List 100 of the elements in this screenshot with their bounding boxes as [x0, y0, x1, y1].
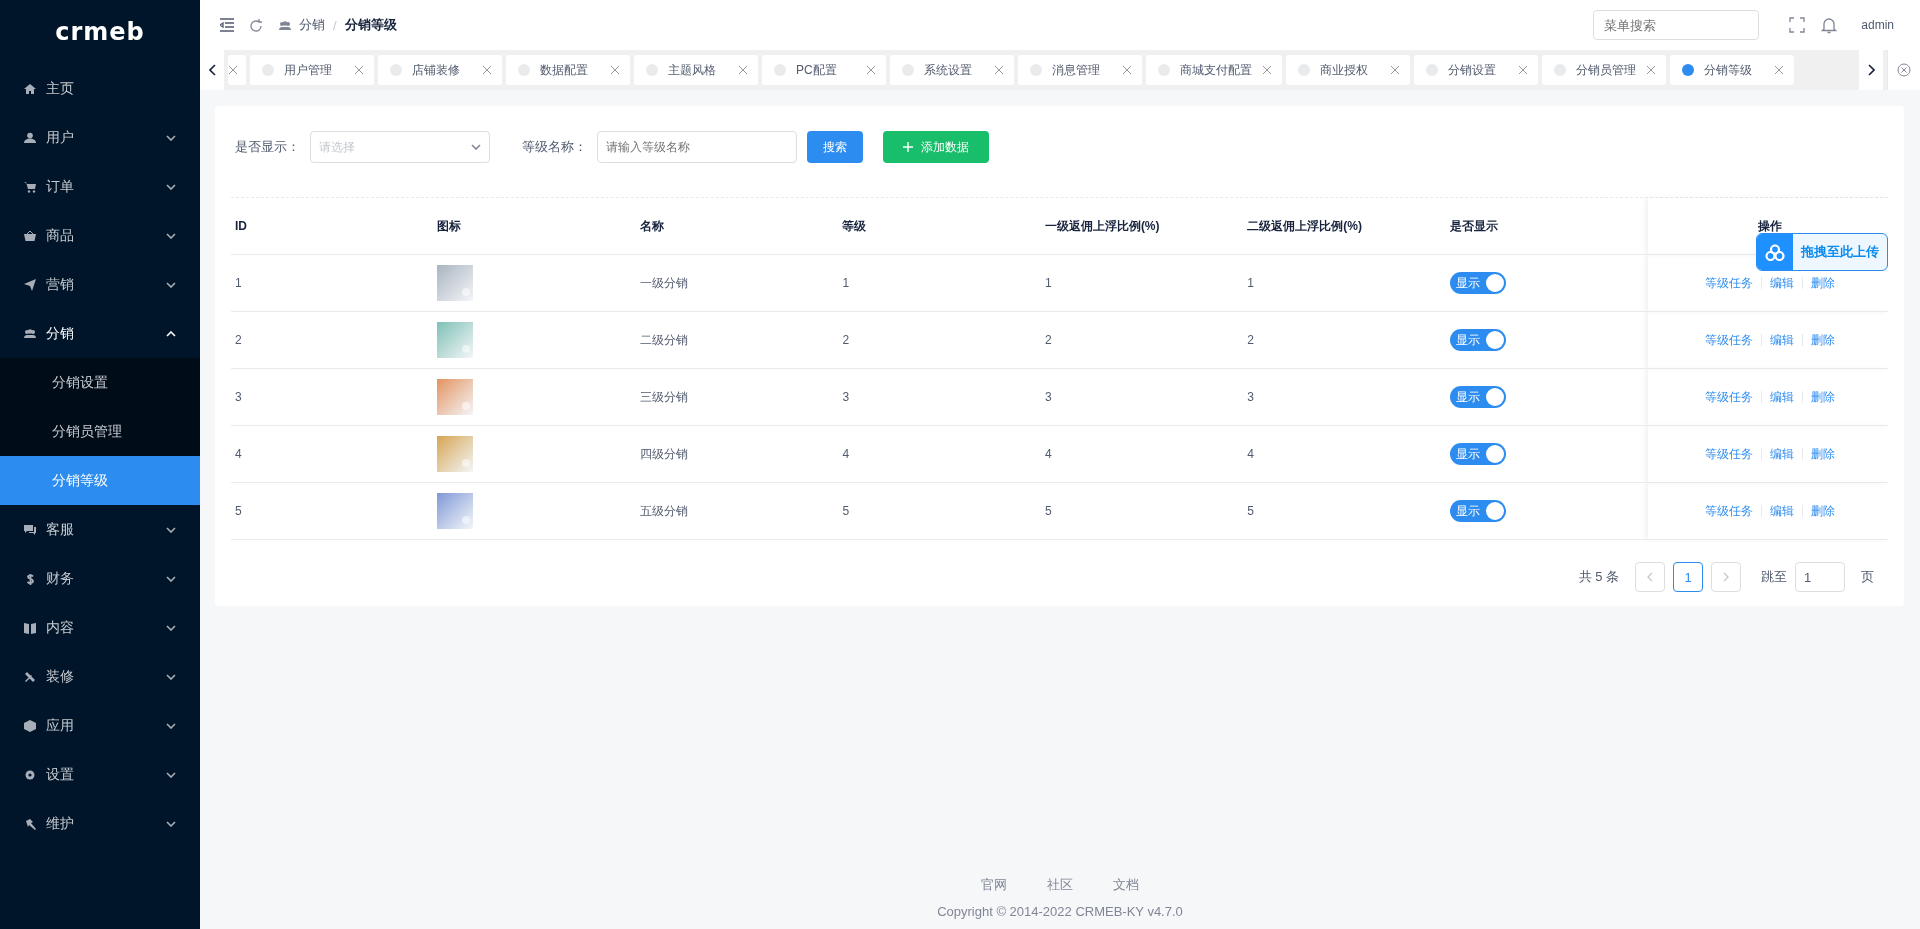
sidebar-item[interactable]: 财务 [0, 554, 200, 603]
action-link[interactable]: 等级任务 [1705, 388, 1754, 406]
sidebar-item[interactable]: 内容 [0, 603, 200, 652]
action-link[interactable]: 编辑 [1770, 331, 1795, 349]
chevron-right-icon [1867, 64, 1875, 76]
action-link[interactable]: 编辑 [1770, 274, 1795, 292]
table-cell: 1 [1040, 254, 1244, 312]
close-icon [1122, 65, 1132, 75]
chevron-up-icon [166, 330, 176, 337]
page-button[interactable]: 1 [1673, 562, 1703, 592]
page-tab[interactable]: 分销员管理 [1542, 55, 1666, 85]
table-cell: 二级分销 [635, 311, 839, 369]
jump-label: 跳至 [1761, 568, 1787, 586]
table-cell: 四级分销 [635, 425, 839, 483]
sidebar-item[interactable]: 营销 [0, 260, 200, 309]
shop-icon [24, 229, 36, 242]
action-link[interactable]: 删除 [1811, 331, 1836, 349]
input-field[interactable]: 请输入等级名称 [597, 131, 797, 163]
action-link[interactable]: 删除 [1811, 502, 1836, 520]
user-icon [24, 131, 36, 144]
breadcrumb-item[interactable]: 分销 [299, 16, 325, 34]
action-link[interactable]: 删除 [1811, 445, 1836, 463]
page-tab[interactable]: 分销等级 [1670, 55, 1794, 85]
table-cell: 1 [1243, 254, 1446, 312]
footer-link[interactable]: 文档 [1113, 876, 1139, 894]
close-icon [866, 65, 876, 75]
close-icon [482, 65, 492, 75]
menu-fold-icon [220, 18, 234, 32]
plus-icon [903, 142, 913, 152]
sidebar-item[interactable]: 分销 [0, 309, 200, 358]
users-icon [279, 19, 291, 31]
chevron-down-icon [166, 232, 176, 239]
page-tab[interactable]: 分销设置 [1414, 55, 1538, 85]
footer-link[interactable]: 社区 [1047, 876, 1073, 894]
chevron-down-icon [166, 673, 176, 680]
dollar-icon [24, 572, 36, 585]
chevron-down-icon [166, 134, 176, 141]
user-name[interactable]: admin [1861, 18, 1894, 32]
chevron-down-icon [166, 526, 176, 533]
action-link[interactable]: 编辑 [1770, 502, 1795, 520]
chevron-down-icon [166, 771, 176, 778]
action-link[interactable]: 编辑 [1770, 388, 1795, 406]
footer-link[interactable]: 官网 [981, 876, 1007, 894]
table-cell: 4 [1040, 425, 1244, 483]
close-icon [610, 65, 620, 75]
close-icon [228, 65, 238, 75]
page-jump-field[interactable]: 1 [1795, 562, 1845, 592]
page-tab[interactable]: 商城支付配置 [1146, 55, 1282, 85]
sidebar-item[interactable]: 设置 [0, 750, 200, 799]
sidebar-item[interactable]: 商品 [0, 211, 200, 260]
cloud-icon [1765, 243, 1785, 261]
sidebar-subitem[interactable]: 分销员管理 [0, 407, 200, 456]
table-cell: 3 [1040, 368, 1244, 426]
page-unit: 页 [1861, 568, 1874, 586]
chat-icon [24, 523, 36, 536]
close-icon [1646, 65, 1656, 75]
page-tab[interactable]: 用户管理 [250, 55, 374, 85]
action-link[interactable]: 删除 [1811, 388, 1836, 406]
breadcrumb-item: 分销等级 [344, 16, 397, 34]
sidebar-subitem[interactable]: 分销设置 [0, 358, 200, 407]
page-tab[interactable]: PC配置 [762, 55, 886, 85]
close-circle-icon [1897, 63, 1911, 77]
sidebar-item[interactable]: 用户 [0, 113, 200, 162]
action-link[interactable]: 编辑 [1770, 445, 1795, 463]
chevron-down-icon [166, 722, 176, 729]
action-link[interactable]: 等级任务 [1705, 445, 1754, 463]
action-link[interactable]: 等级任务 [1705, 331, 1754, 349]
page-tab[interactable]: 系统设置 [890, 55, 1014, 85]
copyright: Copyright © 2014-2022 CRMEB-KY v4.7.0 [937, 904, 1183, 919]
close-icon [1262, 65, 1272, 75]
page-tab[interactable]: 店铺装修 [378, 55, 502, 85]
action-link[interactable]: 删除 [1811, 274, 1836, 292]
action-link[interactable]: 等级任务 [1705, 274, 1754, 292]
page-tab[interactable]: 数据配置 [506, 55, 630, 85]
sidebar-item[interactable]: 订单 [0, 162, 200, 211]
action-link[interactable]: 等级任务 [1705, 502, 1754, 520]
sidebar-item[interactable]: 客服 [0, 505, 200, 554]
sidebar-item[interactable]: 维护 [0, 799, 200, 848]
sidebar-item[interactable]: 装修 [0, 652, 200, 701]
prev-page-button[interactable] [1635, 562, 1665, 592]
table-cell: 5 [1243, 482, 1446, 540]
book-icon [24, 621, 36, 634]
close-icon [1390, 65, 1400, 75]
next-page-button[interactable] [1711, 562, 1741, 592]
chevron-left-icon [208, 64, 216, 76]
menu-search-field[interactable]: 菜单搜索 [1593, 10, 1760, 40]
table-cell: 2 [231, 311, 434, 369]
table-cell: 三级分销 [635, 368, 839, 426]
page-tab[interactable]: 消息管理 [1018, 55, 1142, 85]
sidebar-item[interactable]: 应用 [0, 701, 200, 750]
table-cell: 2 [1040, 311, 1244, 369]
home-icon [24, 82, 36, 95]
close-icon [354, 65, 364, 75]
table-cell: 4 [1243, 425, 1446, 483]
page-tab[interactable]: 主题风格 [634, 55, 758, 85]
chevron-down-icon [166, 820, 176, 827]
breadcrumb-separator: / [333, 17, 337, 33]
page-tab[interactable]: 商业授权 [1286, 55, 1410, 85]
sidebar-item[interactable]: 主页 [0, 64, 200, 113]
total-count: 共 5 条 [1578, 568, 1619, 586]
